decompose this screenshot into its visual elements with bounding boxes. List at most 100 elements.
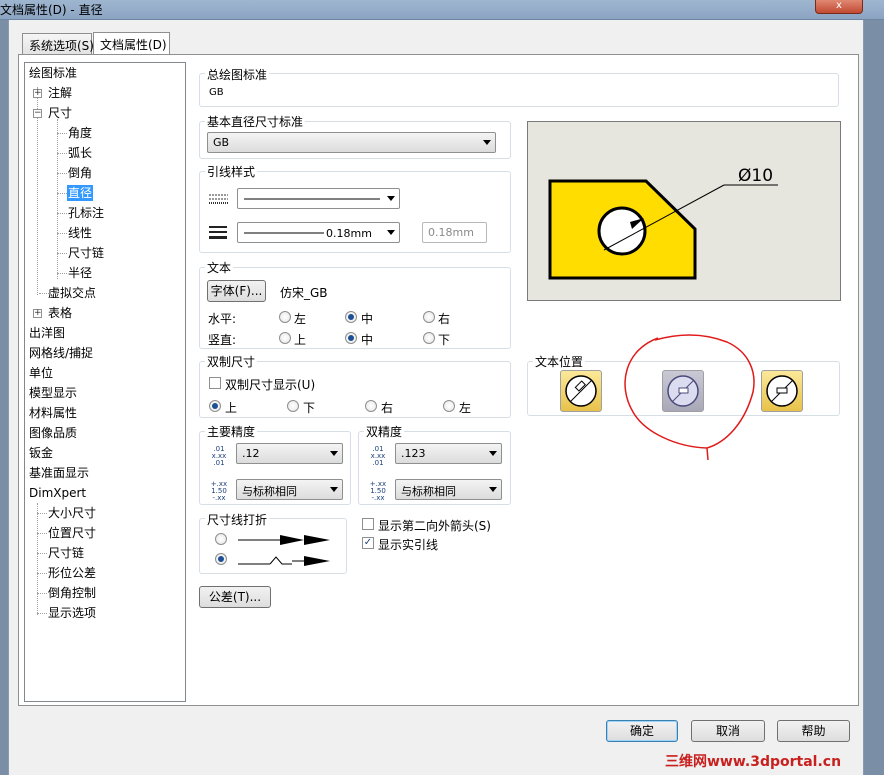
tree-item-chain-dimension[interactable]: 尺寸链 xyxy=(48,545,84,561)
tree-item-annotations[interactable]: 注解 xyxy=(48,85,72,101)
cancel-button[interactable]: 取消 xyxy=(691,720,765,742)
tree-item-dimensions[interactable]: 尺寸 xyxy=(48,105,72,121)
font-button[interactable]: 字体(F)... xyxy=(207,280,266,302)
diameter-preview-graphic xyxy=(548,179,778,280)
tree-item-chamfer[interactable]: 倒角 xyxy=(68,165,92,181)
primary-tolerance-select[interactable]: 与标称相同 xyxy=(236,479,343,500)
title-bar xyxy=(0,0,884,20)
tree-item-dimxpert[interactable]: DimXpert xyxy=(29,485,86,501)
dual-precision-label: 双精度 xyxy=(364,423,405,440)
dual-tolerance-value: 与标称相同 xyxy=(401,485,456,498)
tree-item-hole-callout[interactable]: 孔标注 xyxy=(68,205,104,221)
tree-item-diameter[interactable]: 直径 xyxy=(67,185,94,201)
dual-left-radio[interactable] xyxy=(443,400,455,412)
v-middle-label: 中 xyxy=(361,333,374,347)
preview-dimension-label: Ø10 xyxy=(738,166,774,186)
v-bottom-radio[interactable] xyxy=(423,332,435,344)
primary-precision-value: .12 xyxy=(242,447,260,460)
chevron-down-icon xyxy=(330,451,338,456)
tree-item-size-dimension[interactable]: 大小尺寸 xyxy=(48,505,96,521)
dual-precision-value: .123 xyxy=(401,447,426,460)
line-thickness-value: 0.18mm xyxy=(326,227,372,240)
tree-item-plane-display[interactable]: 基准面显示 xyxy=(29,465,89,481)
second-outside-arrow-checkbox[interactable] xyxy=(362,518,374,530)
help-button[interactable]: 帮助 xyxy=(777,720,850,742)
tolerance-button[interactable]: 公差(T)... xyxy=(199,586,271,608)
tree-item-grid-snap[interactable]: 网格线/捕捉 xyxy=(29,345,93,361)
tree-item-sheet-metal[interactable]: 钣金 xyxy=(29,445,53,461)
dual-precision-select[interactable]: .123 xyxy=(395,443,502,464)
straight-dimension-line-icon xyxy=(238,535,330,545)
dual-top-radio[interactable] xyxy=(209,400,221,412)
text-position-label: 文本位置 xyxy=(533,353,586,370)
collapse-icon[interactable]: − xyxy=(33,109,42,118)
text-position-aligned-button[interactable] xyxy=(560,370,602,412)
expand-icon[interactable]: + xyxy=(33,309,42,318)
dual-dimension-label: 双制尺寸 xyxy=(205,353,258,370)
text-position-horizontal-button[interactable] xyxy=(761,370,803,412)
line-thickness-custom-input[interactable]: 0.18mm xyxy=(422,222,487,243)
tree-item-geometric-tolerance[interactable]: 形位公差 xyxy=(48,565,96,581)
line-style-select[interactable] xyxy=(237,188,400,209)
tree-item-linear[interactable]: 线性 xyxy=(68,225,92,241)
tree-item-arc-length[interactable]: 弧长 xyxy=(68,145,92,161)
tab-system-options[interactable]: 系统选项(S) xyxy=(22,33,94,55)
tree-item-units[interactable]: 单位 xyxy=(29,365,53,381)
tab-document-properties[interactable]: 文档属性(D) xyxy=(93,32,170,55)
line-thickness-icon xyxy=(209,226,227,239)
base-standard-value: GB xyxy=(213,136,230,149)
v-top-radio[interactable] xyxy=(279,332,291,344)
font-name: 仿宋_GB xyxy=(280,286,328,300)
h-right-radio[interactable] xyxy=(423,311,435,323)
tree-item-tables[interactable]: 表格 xyxy=(48,305,72,321)
v-middle-radio[interactable] xyxy=(345,332,357,344)
primary-tolerance-value: 与标称相同 xyxy=(242,485,297,498)
dual-left-label: 左 xyxy=(459,401,472,415)
overall-standard-value: GB xyxy=(209,87,224,98)
dual-right-radio[interactable] xyxy=(365,400,377,412)
overall-standard-group xyxy=(199,73,839,107)
vertical-label: 竖直: xyxy=(208,333,237,347)
leader-style-label: 引线样式 xyxy=(205,163,258,180)
h-right-label: 右 xyxy=(438,312,451,326)
close-button[interactable]: x xyxy=(815,0,863,14)
show-leader-checkbox[interactable]: ✓ xyxy=(362,537,374,549)
straight-line-radio[interactable] xyxy=(215,533,227,545)
dual-bottom-radio[interactable] xyxy=(287,400,299,412)
tree-item-chamfer-controls[interactable]: 倒角控制 xyxy=(48,585,96,601)
tree-item-material-properties[interactable]: 材料属性 xyxy=(29,405,77,421)
tree-item-drafting-standard[interactable]: 绘图标准 xyxy=(29,65,77,81)
break-lines-label: 尺寸线打折 xyxy=(205,511,270,528)
dual-right-label: 右 xyxy=(381,401,394,415)
primary-precision-select[interactable]: .12 xyxy=(236,443,343,464)
tree-item-angle[interactable]: 角度 xyxy=(68,125,92,141)
dual-display-checkbox[interactable] xyxy=(209,377,221,389)
dual-tolerance-select[interactable]: 与标称相同 xyxy=(395,479,502,500)
broken-line-radio[interactable] xyxy=(215,553,227,565)
tree-item-model-display[interactable]: 模型显示 xyxy=(29,385,77,401)
base-standard-select[interactable]: GB xyxy=(207,132,496,153)
tree-item-radius[interactable]: 半径 xyxy=(68,265,92,281)
properties-tree[interactable]: 绘图标准 + 注解 − 尺寸 角度 弧长 倒角 直径 孔标注 线性 尺寸链 半径… xyxy=(24,62,186,702)
chevron-down-icon xyxy=(387,196,395,201)
tree-item-location-dimension[interactable]: 位置尺寸 xyxy=(48,525,96,541)
tree-item-image-quality[interactable]: 图像品质 xyxy=(29,425,77,441)
chevron-down-icon xyxy=(330,487,338,492)
thin-line-icon xyxy=(244,232,324,234)
broken-dimension-line-icon xyxy=(238,556,330,566)
chevron-down-icon xyxy=(483,140,491,145)
tree-item-display-options[interactable]: 显示选项 xyxy=(48,605,96,621)
h-left-radio[interactable] xyxy=(279,311,291,323)
tree-item-detailing[interactable]: 出洋图 xyxy=(29,325,65,341)
chevron-down-icon xyxy=(489,451,497,456)
tree-item-dimension-chain[interactable]: 尺寸链 xyxy=(68,245,104,261)
h-center-radio[interactable] xyxy=(345,311,357,323)
dimension-preview: Ø10 xyxy=(527,121,841,301)
dual-display-label: 双制尺寸显示(U) xyxy=(225,378,316,392)
tree-item-virtual-sharps[interactable]: 虚拟交点 xyxy=(48,285,96,301)
line-thickness-select[interactable]: 0.18mm xyxy=(237,222,400,243)
expand-icon[interactable]: + xyxy=(33,89,42,98)
precision-value-icon: .01 x.xx .01 xyxy=(211,445,227,467)
dual-tolerance-precision-icon: +.xx 1.50 -.xx xyxy=(369,480,387,502)
ok-button[interactable]: 确定 xyxy=(606,720,678,742)
